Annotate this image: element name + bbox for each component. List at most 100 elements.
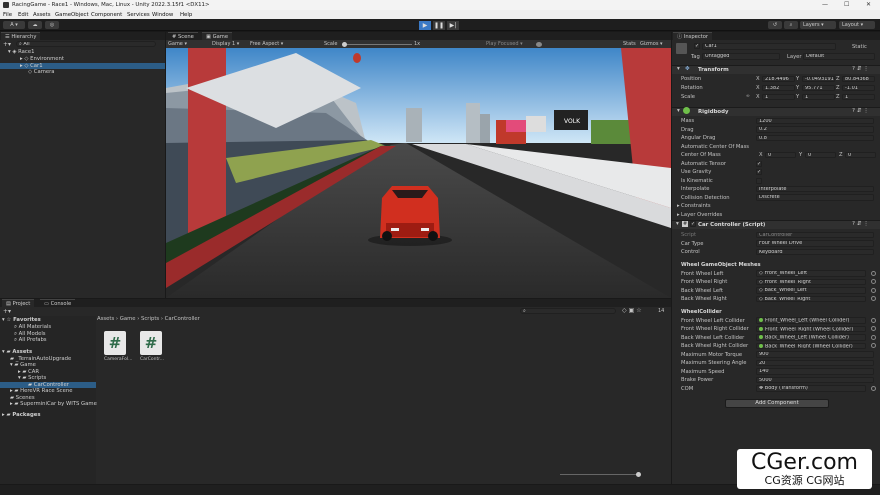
component-menu-icons[interactable]: ? ⇵ ⋮: [852, 66, 869, 72]
wheel-mesh-field[interactable]: ◇ Front_Wheel_Left: [756, 270, 866, 277]
pause-button[interactable]: ❚❚: [433, 20, 445, 30]
layer-overrides-foldout[interactable]: ▸: [677, 212, 680, 218]
constraints-foldout[interactable]: ▸: [677, 203, 680, 209]
aspect-dropdown[interactable]: Free Aspect ▾: [250, 41, 283, 47]
wheel-collider-field[interactable]: Front_Wheel_Right (Wheel Collider): [756, 325, 866, 332]
file-camerafollow[interactable]: # CameraFol...: [104, 331, 132, 362]
file-carcontroller[interactable]: # CarContr...: [140, 331, 164, 362]
tree-item-environment[interactable]: ▸ ◇ Environment: [20, 56, 64, 62]
hierarchy-search-input[interactable]: ⌕ All: [16, 41, 156, 47]
layers-dropdown[interactable]: Layers ▾: [800, 21, 836, 29]
scale-slider[interactable]: [342, 41, 412, 47]
menu-help[interactable]: Help: [180, 12, 192, 18]
project-add-icon[interactable]: +▾: [3, 308, 11, 315]
play-focused-dropdown[interactable]: Play Focused ▾: [486, 41, 523, 47]
object-picker-icon[interactable]: [871, 296, 876, 301]
layout-dropdown[interactable]: Layout ▾: [839, 21, 875, 29]
com-y-input[interactable]: 0: [805, 151, 836, 158]
menu-gameobject[interactable]: GameObject: [55, 12, 89, 18]
play-button[interactable]: ▶: [419, 20, 431, 30]
menu-assets[interactable]: Assets: [33, 12, 51, 18]
maximize-button[interactable]: ☐: [844, 1, 849, 8]
car-type-dropdown[interactable]: Four Wheel Drive: [756, 240, 874, 247]
use-gravity-checkbox[interactable]: ✓: [756, 169, 762, 175]
layer-overrides-label[interactable]: Layer Overrides: [681, 212, 722, 218]
wheel-collider-field[interactable]: Back_Wheel_Left (Wheel Collider): [756, 334, 866, 341]
stats-button[interactable]: Stats: [623, 41, 636, 47]
wheel-mesh-field[interactable]: ◇ Back_Wheel_Left: [756, 287, 866, 294]
scale-x-input[interactable]: 1: [762, 93, 795, 100]
param-input[interactable]: ✥ Body (Transform): [756, 385, 866, 392]
object-picker-icon[interactable]: [871, 343, 876, 348]
rb-field-input[interactable]: 1200: [756, 117, 874, 124]
position-z-input[interactable]: 80.84368: [842, 75, 875, 82]
scale-z-input[interactable]: 1: [842, 93, 875, 100]
auto-tensor-checkbox[interactable]: ✓: [756, 160, 762, 167]
is-kinematic-checkbox[interactable]: [756, 177, 762, 184]
param-input[interactable]: 5000: [756, 376, 874, 383]
com-x-input[interactable]: 0: [765, 151, 796, 158]
tab-scene[interactable]: # Scene: [168, 32, 198, 40]
wheel-mesh-field[interactable]: ◇ Back_Wheel_Right: [756, 295, 866, 302]
folder-herevr[interactable]: ▸ ▰ HereVR Race Scene: [10, 388, 72, 394]
collision-dropdown[interactable]: Discrete: [756, 194, 874, 201]
static-toggle[interactable]: Static: [852, 44, 867, 50]
object-picker-icon[interactable]: [871, 326, 876, 331]
rigidbody-header[interactable]: Rigidbody: [672, 107, 880, 116]
param-input[interactable]: 140: [756, 368, 874, 375]
project-search-input[interactable]: ⌕: [520, 308, 616, 314]
scale-link-icon[interactable]: ∞: [746, 94, 750, 99]
rotation-x-input[interactable]: 1.382: [762, 84, 795, 91]
position-y-input[interactable]: -0.0493191: [802, 75, 835, 82]
step-button[interactable]: ▶|: [447, 20, 459, 30]
minimize-button[interactable]: —: [822, 1, 828, 8]
wheel-mesh-field[interactable]: ◇ Front_Wheel_Right: [756, 278, 866, 285]
rb-field-input[interactable]: 0.8: [756, 134, 874, 141]
object-name-input[interactable]: Car1: [702, 43, 836, 50]
packages-folder[interactable]: ▸ ▰ Packages: [2, 412, 41, 418]
collab-icon[interactable]: ◎: [45, 21, 59, 29]
crumb-assets[interactable]: Assets: [97, 316, 114, 322]
tab-project[interactable]: ▤ Project: [2, 299, 35, 307]
folder-scripts[interactable]: ▾ ▰ Scripts: [18, 375, 46, 381]
rb-field-input[interactable]: 0.2: [756, 126, 874, 133]
object-picker-icon[interactable]: [871, 385, 876, 391]
param-input[interactable]: 900: [756, 351, 874, 358]
component-menu-icons[interactable]: ? ⇵ ⋮: [852, 221, 869, 227]
rotation-y-input[interactable]: 95.771: [802, 84, 835, 91]
tab-console[interactable]: ▭ Console: [40, 299, 76, 307]
folder-game[interactable]: ▾ ▰ Game: [10, 362, 36, 368]
object-picker-icon[interactable]: [871, 334, 876, 340]
account-button[interactable]: A ▾: [3, 21, 25, 29]
script-enabled-checkbox[interactable]: ✓: [690, 221, 696, 227]
project-filter-icons[interactable]: ◇▣☆: [622, 307, 644, 314]
constraints-label[interactable]: Constraints: [681, 203, 711, 209]
object-picker-icon[interactable]: [871, 279, 876, 284]
rotation-z-input[interactable]: -1.01: [842, 84, 875, 91]
tree-item-camera[interactable]: ◇ Camera: [28, 69, 55, 75]
object-picker-icon[interactable]: [871, 317, 876, 323]
menu-window[interactable]: Window: [152, 12, 173, 18]
param-input[interactable]: 20: [756, 359, 874, 366]
position-x-input[interactable]: 218.4496: [762, 75, 795, 82]
car-controller-header[interactable]: Car Controller (Script): [672, 220, 880, 229]
history-icon[interactable]: ↺: [768, 21, 782, 29]
layer-dropdown[interactable]: Default: [803, 53, 875, 60]
menu-edit[interactable]: Edit: [18, 12, 28, 18]
favorites-folder[interactable]: ▾ ☆ Favorites: [2, 317, 41, 323]
gizmos-dropdown[interactable]: Gizmos ▾: [640, 41, 663, 47]
folder-terrain[interactable]: ▰ _TerrainAutoUpgrade: [10, 356, 71, 362]
menu-component[interactable]: Component: [91, 12, 122, 18]
folder-car[interactable]: ▸ ▰ CAR: [18, 369, 39, 375]
menu-services[interactable]: Services: [127, 12, 150, 18]
control-dropdown[interactable]: Keyboard: [756, 248, 874, 255]
com-z-input[interactable]: 0: [845, 151, 876, 158]
active-checkbox[interactable]: ✓: [694, 43, 700, 49]
foldout-icon[interactable]: ▾: [676, 221, 679, 227]
folder-carcontroller[interactable]: ▰ CarController: [0, 381, 96, 388]
search-icon[interactable]: ⌕: [784, 21, 798, 29]
crumb-carcontroller[interactable]: CarController: [165, 316, 200, 322]
object-picker-icon[interactable]: [871, 270, 876, 276]
game-viewport[interactable]: VOLK: [166, 48, 671, 298]
tag-dropdown[interactable]: Untagged: [702, 53, 780, 60]
